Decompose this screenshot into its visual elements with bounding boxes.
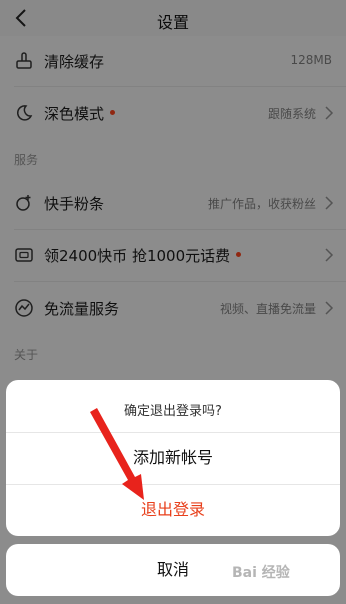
watermark: Bai 经验 — [232, 565, 290, 581]
annotation-arrow-icon — [90, 408, 144, 500]
